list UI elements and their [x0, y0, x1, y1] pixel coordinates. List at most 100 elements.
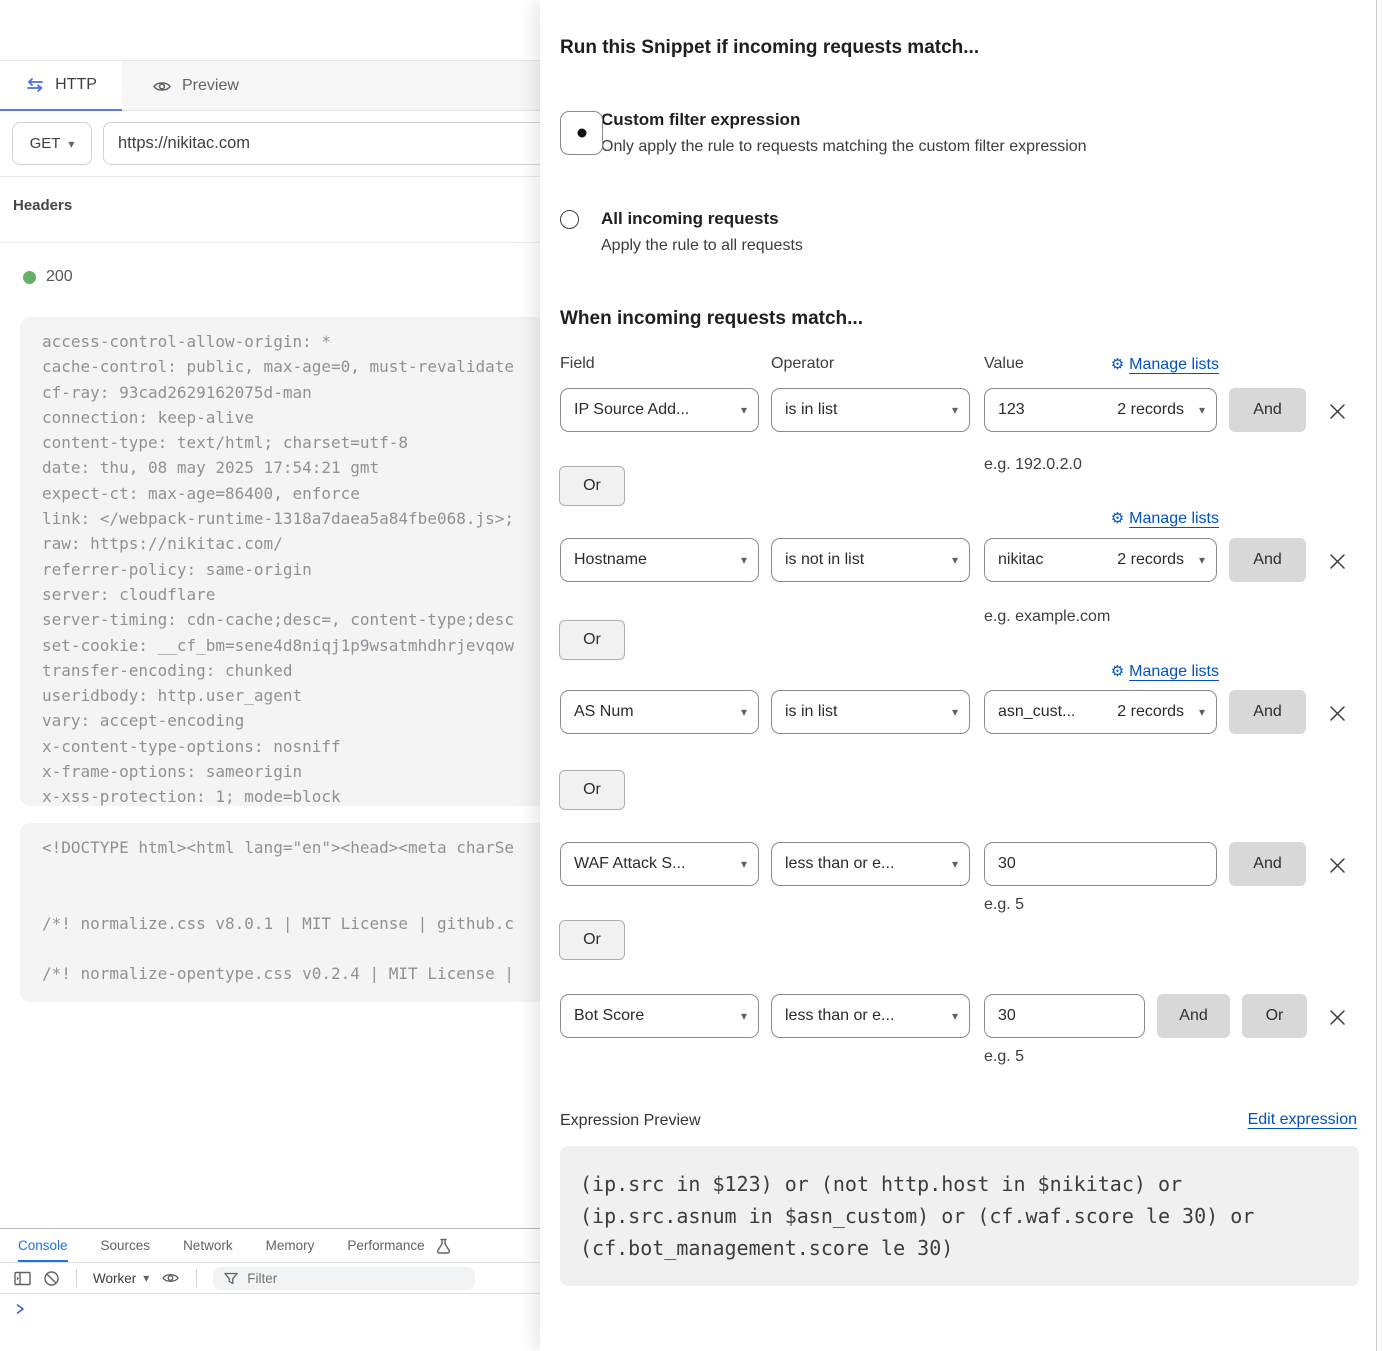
- chevron-down-icon: ▾: [1199, 705, 1205, 719]
- remove-condition-button[interactable]: [1324, 1004, 1350, 1030]
- manage-lists-row: ⚙ Manage lists: [560, 509, 1219, 528]
- snippet-rule-drawer: Run this Snippet if incoming requests ma…: [540, 0, 1383, 1351]
- chevron-down-icon: ▾: [952, 403, 958, 417]
- edit-expression-link[interactable]: Edit expression: [1248, 1111, 1357, 1129]
- match-section-title: When incoming requests match...: [560, 308, 863, 330]
- url-input[interactable]: [103, 122, 553, 165]
- devtools-tab-sources[interactable]: Sources: [101, 1229, 151, 1262]
- remove-condition-button[interactable]: [1324, 700, 1350, 726]
- radio-unselected-icon[interactable]: [560, 210, 579, 229]
- status-code: 200: [46, 268, 73, 286]
- gear-icon: ⚙: [1111, 356, 1124, 373]
- remove-condition-button[interactable]: [1324, 398, 1350, 424]
- execution-context-select[interactable]: Worker ▾: [93, 1271, 149, 1286]
- operator-select-value: less than or e...: [785, 1007, 894, 1025]
- flask-experiment-icon[interactable]: [436, 1229, 451, 1262]
- tab-preview[interactable]: Preview: [122, 61, 553, 111]
- manage-lists-link[interactable]: Manage lists: [1129, 510, 1219, 527]
- field-select[interactable]: Hostname ▾: [560, 538, 759, 582]
- radio-option-description: Only apply the rule to requests matching…: [601, 138, 1323, 156]
- console-toolbar: Worker ▾: [0, 1263, 553, 1294]
- expression-preview-code: (ip.src in $123) or (not http.host in $n…: [560, 1146, 1359, 1286]
- divider: [0, 242, 553, 243]
- gear-icon: ⚙: [1111, 663, 1124, 680]
- gear-icon: ⚙: [1111, 510, 1124, 527]
- chevron-down-icon: ▾: [741, 403, 747, 417]
- and-button[interactable]: And: [1157, 994, 1230, 1038]
- operator-select[interactable]: is in list ▾: [771, 388, 970, 432]
- and-button[interactable]: And: [1229, 388, 1306, 432]
- field-select[interactable]: AS Num ▾: [560, 690, 759, 734]
- remove-condition-button[interactable]: [1324, 548, 1350, 574]
- list-name: asn_cust...: [998, 703, 1075, 721]
- request-tab-bar: HTTP Preview: [0, 61, 553, 111]
- field-select[interactable]: IP Source Add... ▾: [560, 388, 759, 432]
- radio-option-label[interactable]: All incoming requests: [601, 209, 1323, 229]
- devtools-tab-memory[interactable]: Memory: [266, 1229, 315, 1262]
- and-button[interactable]: And: [1229, 690, 1306, 734]
- radio-selected-icon[interactable]: [560, 111, 603, 155]
- clear-console-icon[interactable]: [43, 1270, 60, 1287]
- field-select[interactable]: WAF Attack S... ▾: [560, 842, 759, 886]
- radio-option-description: Apply the rule to all requests: [601, 237, 1323, 255]
- chevron-down-icon: ▾: [952, 1009, 958, 1023]
- or-button[interactable]: Or: [559, 466, 625, 506]
- console-filter[interactable]: [213, 1267, 475, 1290]
- filter-input[interactable]: [247, 1271, 464, 1286]
- swap-arrows-icon: [25, 77, 45, 93]
- page-top-band: [0, 0, 553, 61]
- manage-lists-link[interactable]: Manage lists: [1129, 356, 1219, 373]
- tab-http[interactable]: HTTP: [0, 61, 122, 111]
- operator-select[interactable]: is in list ▾: [771, 690, 970, 734]
- chevron-down-icon: ▾: [741, 857, 747, 871]
- method-select[interactable]: GET ▾: [12, 122, 92, 165]
- and-button[interactable]: And: [1229, 538, 1306, 582]
- field-select[interactable]: Bot Score ▾: [560, 994, 759, 1038]
- live-expression-eye-icon[interactable]: [161, 1271, 180, 1285]
- operator-select[interactable]: is not in list ▾: [771, 538, 970, 582]
- divider: [196, 1269, 197, 1287]
- manage-lists-link[interactable]: Manage lists: [1129, 663, 1219, 680]
- chevron-down-icon: ▾: [143, 1272, 149, 1284]
- remove-condition-button[interactable]: [1324, 852, 1350, 878]
- value-hint: e.g. 5: [984, 1048, 1024, 1066]
- and-button[interactable]: And: [1229, 842, 1306, 886]
- headers-section-label: Headers: [13, 197, 72, 214]
- radio-option-label[interactable]: Custom filter expression: [601, 110, 1323, 130]
- or-button[interactable]: Or: [1242, 994, 1307, 1038]
- operator-select[interactable]: less than or e... ▾: [771, 994, 970, 1038]
- tab-http-label: HTTP: [55, 76, 97, 94]
- response-status: 200: [23, 268, 73, 286]
- funnel-filter-icon: [224, 1272, 238, 1285]
- or-button[interactable]: Or: [559, 920, 625, 960]
- operator-select-value: is in list: [785, 703, 837, 721]
- field-select-value: Hostname: [574, 551, 647, 569]
- console-input-line[interactable]: [0, 1294, 553, 1315]
- value-list-select[interactable]: 123 2 records ▾: [984, 388, 1217, 432]
- or-button[interactable]: Or: [559, 620, 625, 660]
- eye-icon: [152, 79, 172, 94]
- devtools-tab-network[interactable]: Network: [183, 1229, 233, 1262]
- expression-preview-label: Expression Preview: [560, 1112, 701, 1130]
- toggle-sidebar-icon[interactable]: [14, 1271, 31, 1286]
- value-list-select[interactable]: nikitac 2 records ▾: [984, 538, 1217, 582]
- operator-select-value: is in list: [785, 401, 837, 419]
- response-body-block: <!DOCTYPE html><html lang="en"><head><me…: [20, 823, 553, 1002]
- tab-preview-label: Preview: [182, 77, 239, 95]
- chevron-down-icon: ▾: [68, 138, 74, 150]
- devtools-tab-console[interactable]: Console: [18, 1229, 68, 1262]
- request-url-bar: GET ▾: [0, 111, 553, 177]
- field-select-value: IP Source Add...: [574, 401, 689, 419]
- chevron-down-icon: ▾: [741, 705, 747, 719]
- or-button[interactable]: Or: [559, 770, 625, 810]
- value-input[interactable]: [984, 994, 1145, 1038]
- operator-select[interactable]: less than or e... ▾: [771, 842, 970, 886]
- value-input[interactable]: [984, 842, 1217, 886]
- chevron-down-icon: ▾: [1199, 553, 1205, 567]
- background-page: HTTP Preview GET ▾ Headers 200 access-co…: [0, 0, 553, 1351]
- value-list-select[interactable]: asn_cust... 2 records ▾: [984, 690, 1217, 734]
- list-record-count: 2 records: [1117, 551, 1188, 569]
- console-prompt-icon: [16, 1303, 553, 1315]
- devtools-tab-performance[interactable]: Performance: [347, 1229, 424, 1262]
- value-hint: e.g. 5: [984, 896, 1024, 914]
